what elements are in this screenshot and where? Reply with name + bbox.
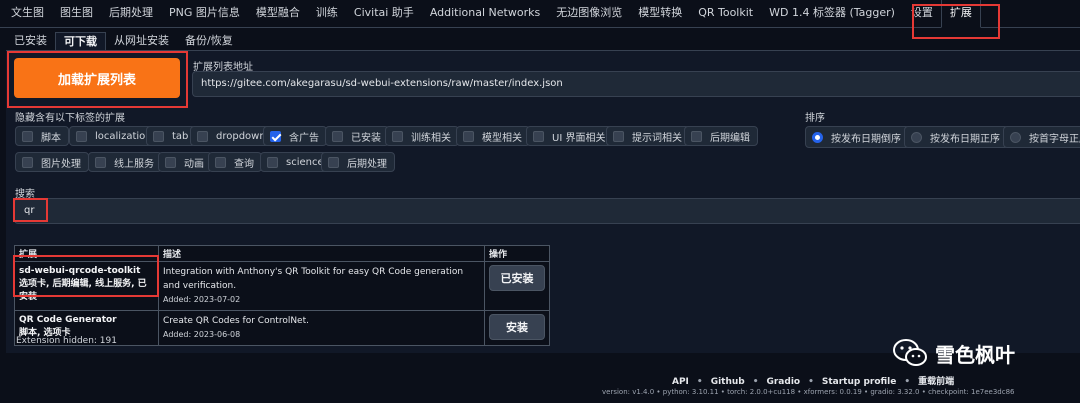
tag-checkbox-tab[interactable]: tab bbox=[146, 126, 197, 146]
column-header-description: 描述 bbox=[158, 245, 485, 262]
column-header-extension: 扩展 bbox=[14, 245, 159, 262]
checkbox-icon bbox=[392, 130, 403, 142]
sort-option-date-asc[interactable]: 按发布日期正序 bbox=[904, 126, 1009, 148]
tag-checkbox-manipulations[interactable]: 图片处理 bbox=[15, 152, 89, 172]
subtab-installed[interactable]: 已安装 bbox=[6, 32, 55, 51]
extensions-table: 扩展 描述 操作 sd-webui-qrcode-toolkit 选项卡, 后期… bbox=[14, 245, 550, 346]
footer-link-startup-profile[interactable]: Startup profile bbox=[822, 377, 897, 387]
checkbox-icon bbox=[613, 130, 624, 142]
subtab-available[interactable]: 可下载 bbox=[55, 32, 106, 51]
extension-description: Create QR Codes for ControlNet. bbox=[163, 316, 309, 326]
tag-checkbox-prompting[interactable]: 提示词相关 bbox=[606, 126, 690, 146]
search-input[interactable]: qr bbox=[14, 198, 1080, 224]
sort-option-alpha[interactable]: 按首字母正序 bbox=[1003, 126, 1080, 148]
radio-icon bbox=[1010, 131, 1021, 143]
checkbox-icon bbox=[22, 156, 33, 168]
tab-train[interactable]: 训练 bbox=[308, 0, 346, 28]
tag-checkbox-animation[interactable]: 动画 bbox=[158, 152, 212, 172]
column-header-action: 操作 bbox=[484, 245, 550, 262]
tag-checkbox-online[interactable]: 线上服务 bbox=[88, 152, 162, 172]
checkbox-icon bbox=[76, 130, 87, 142]
installed-button[interactable]: 已安装 bbox=[489, 265, 545, 291]
added-date: Added: 2023-07-02 bbox=[163, 295, 241, 304]
tag-checkbox-models[interactable]: 模型相关 bbox=[456, 126, 530, 146]
tab-civitai[interactable]: Civitai 助手 bbox=[346, 0, 422, 28]
checkbox-icon bbox=[153, 130, 164, 142]
checkbox-icon bbox=[332, 130, 343, 142]
checkbox-icon bbox=[215, 156, 226, 168]
subtab-backup-restore[interactable]: 备份/恢复 bbox=[177, 32, 241, 51]
tag-checkbox-script[interactable]: 脚本 bbox=[15, 126, 69, 146]
tag-checkbox-training[interactable]: 训练相关 bbox=[385, 126, 459, 146]
table-header-row: 扩展 描述 操作 bbox=[14, 245, 550, 262]
table-row: sd-webui-qrcode-toolkit 选项卡, 后期编辑, 线上服务,… bbox=[14, 261, 550, 311]
tab-png-info[interactable]: PNG 图片信息 bbox=[161, 0, 248, 28]
watermark: 雪色枫叶 bbox=[893, 338, 1015, 368]
version-info: version: v1.4.0 • python: 3.10.11 • torc… bbox=[602, 388, 1015, 396]
watermark-text: 雪色枫叶 bbox=[935, 342, 1015, 367]
radio-selected-icon bbox=[812, 131, 823, 143]
footer-link-reload-ui[interactable]: 重载前端 bbox=[918, 377, 954, 387]
description-cell: Integration with Anthony's QR Toolkit fo… bbox=[158, 261, 485, 311]
checkbox-icon bbox=[691, 130, 702, 142]
extension-name-link[interactable]: QR Code Generator bbox=[19, 314, 154, 327]
checkbox-icon bbox=[165, 156, 176, 168]
tab-settings[interactable]: 设置 bbox=[903, 0, 941, 28]
added-date: Added: 2023-06-08 bbox=[163, 330, 241, 339]
tag-checkbox-ui[interactable]: UI 界面相关 bbox=[526, 126, 614, 146]
extension-tags: 选项卡, 后期编辑, 线上服务, 已安装 bbox=[19, 279, 147, 302]
extension-cell: sd-webui-qrcode-toolkit 选项卡, 后期编辑, 线上服务,… bbox=[14, 261, 159, 311]
checkbox-icon bbox=[95, 156, 106, 168]
tag-checkbox-dropdown[interactable]: dropdown bbox=[190, 126, 274, 146]
load-extensions-button[interactable]: 加载扩展列表 bbox=[14, 58, 180, 98]
hidden-extension-count: Extension hidden: 191 bbox=[16, 336, 117, 346]
tab-txt2img[interactable]: 文生图 bbox=[3, 0, 52, 28]
sort-label: 排序 bbox=[805, 113, 825, 124]
checkbox-icon bbox=[533, 130, 544, 142]
tab-tagger[interactable]: WD 1.4 标签器 (Tagger) bbox=[761, 0, 903, 28]
tab-model-convert[interactable]: 模型转换 bbox=[630, 0, 690, 28]
tab-img2img[interactable]: 图生图 bbox=[52, 0, 101, 28]
tab-extensions[interactable]: 扩展 bbox=[940, 0, 981, 28]
checkbox-checked-icon bbox=[270, 130, 281, 142]
extension-description: Integration with Anthony's QR Toolkit fo… bbox=[163, 267, 464, 291]
tab-qr-toolkit[interactable]: QR Toolkit bbox=[690, 0, 761, 28]
tag-checkbox-installed[interactable]: 已安装 bbox=[325, 126, 389, 146]
extension-name-link[interactable]: sd-webui-qrcode-toolkit bbox=[19, 265, 154, 278]
action-cell: 已安装 bbox=[484, 261, 550, 311]
install-button[interactable]: 安装 bbox=[489, 314, 545, 340]
footer-link-gradio[interactable]: Gradio bbox=[766, 377, 800, 387]
radio-icon bbox=[911, 131, 922, 143]
tag-checkbox-extras[interactable]: 后期处理 bbox=[321, 152, 395, 172]
top-tab-bar: 文生图 图生图 后期处理 PNG 图片信息 模型融合 训练 Civitai 助手… bbox=[0, 0, 1080, 28]
hide-tags-label: 隐藏含有以下标签的扩展 bbox=[15, 113, 125, 124]
extension-index-url-input[interactable]: https://gitee.com/akegarasu/sd-webui-ext… bbox=[192, 71, 1080, 97]
tag-checkbox-query[interactable]: 查询 bbox=[208, 152, 262, 172]
tab-extras[interactable]: 后期处理 bbox=[101, 0, 161, 28]
tab-image-browser[interactable]: 无边图像浏览 bbox=[548, 0, 630, 28]
action-cell: 安装 bbox=[484, 310, 550, 346]
checkbox-icon bbox=[22, 130, 33, 142]
tab-merge[interactable]: 模型融合 bbox=[248, 0, 308, 28]
checkbox-icon bbox=[267, 156, 278, 168]
tag-checkbox-editing[interactable]: 后期编辑 bbox=[684, 126, 758, 146]
extensions-subtab-bar: 已安装 可下载 从网址安装 备份/恢复 bbox=[6, 32, 241, 51]
checkbox-icon bbox=[463, 130, 474, 142]
checkbox-icon bbox=[328, 156, 339, 168]
tab-additional-networks[interactable]: Additional Networks bbox=[422, 0, 548, 28]
sort-option-date-desc[interactable]: 按发布日期倒序 bbox=[805, 126, 910, 148]
footer-link-github[interactable]: Github bbox=[711, 377, 745, 387]
tag-checkbox-ads[interactable]: 含广告 bbox=[263, 126, 327, 146]
checkbox-icon bbox=[197, 130, 208, 142]
subtab-install-from-url[interactable]: 从网址安装 bbox=[106, 32, 177, 51]
description-cell: Create QR Codes for ControlNet. Added: 2… bbox=[158, 310, 485, 346]
footer-link-api[interactable]: API bbox=[672, 377, 689, 387]
wechat-icon bbox=[893, 338, 927, 368]
footer-links: API • Github • Gradio • Startup profile • 重载前端 bbox=[672, 377, 955, 387]
